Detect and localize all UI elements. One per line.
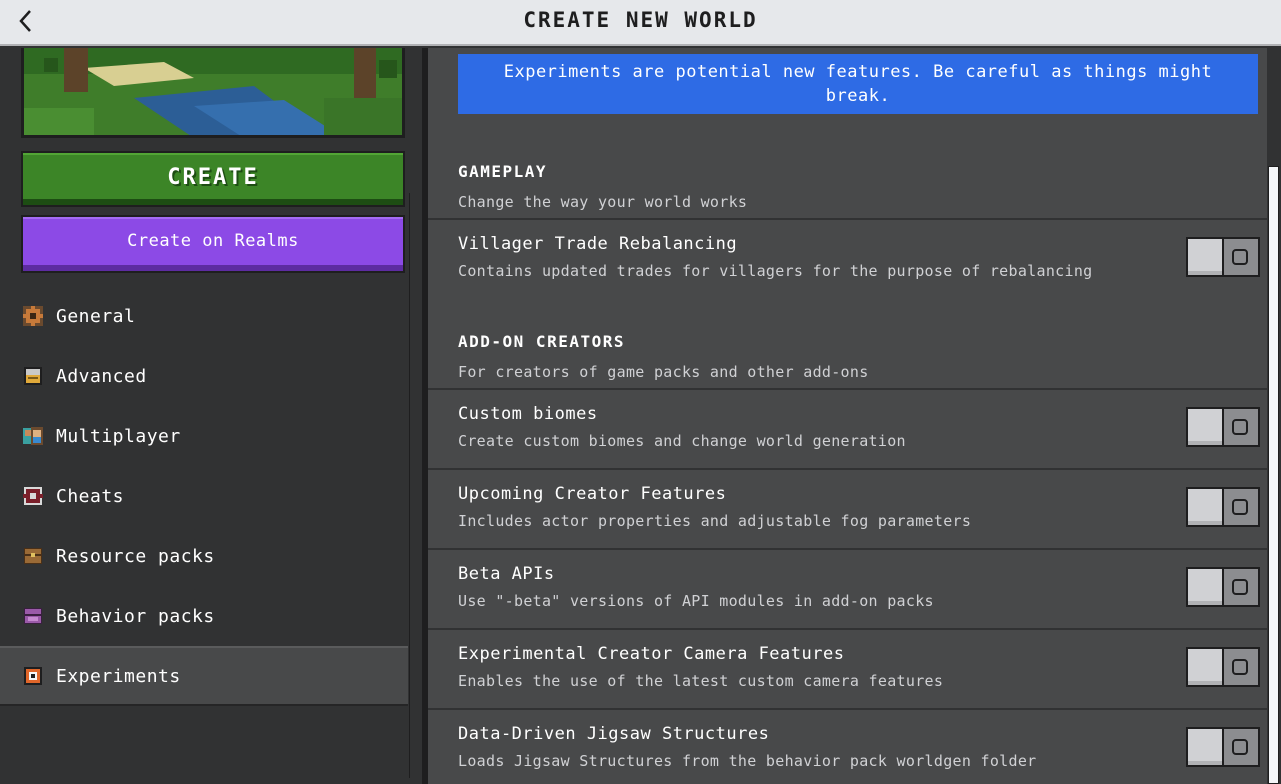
camera-features-toggle[interactable]: [1186, 647, 1260, 687]
nav-label: Experiments: [56, 665, 181, 687]
experiment-title: Beta APIs: [458, 564, 555, 584]
realms-button-label: Create on Realms: [127, 231, 299, 251]
experiment-row-upcoming-creator-features: Upcoming Creator Features Includes actor…: [428, 468, 1267, 546]
experiments-panel: Experiments are potential new features. …: [428, 48, 1267, 784]
world-preview-image: [21, 48, 405, 138]
experiment-row-beta-apis: Beta APIs Use "-beta" versions of API mo…: [428, 548, 1267, 626]
experiment-row-custom-biomes: Custom biomes Create custom biomes and c…: [428, 388, 1267, 466]
experiment-title: Villager Trade Rebalancing: [458, 234, 738, 254]
toggle-off-indicator-icon: [1232, 659, 1248, 675]
experiments-warning-banner: Experiments are potential new features. …: [458, 54, 1258, 114]
experiment-row-jigsaw-structures: Data-Driven Jigsaw Structures Loads Jigs…: [428, 708, 1267, 784]
nav-item-general[interactable]: General: [0, 286, 408, 346]
section-title: GAMEPLAY: [458, 162, 548, 181]
custom-biomes-toggle[interactable]: [1186, 407, 1260, 447]
experiment-row-villager-trade-rebalancing: Villager Trade Rebalancing Contains upda…: [428, 218, 1267, 296]
right-scrollbar-thumb[interactable]: [1268, 166, 1279, 784]
experiment-title: Data-Driven Jigsaw Structures: [458, 724, 770, 744]
nav-label: General: [56, 305, 136, 327]
behavior-packs-icon: [22, 605, 44, 627]
cheats-icon: [22, 485, 44, 507]
beta-apis-toggle[interactable]: [1186, 567, 1260, 607]
nav-item-behavior-packs[interactable]: Behavior packs: [0, 586, 408, 646]
toggle-knob: [1188, 569, 1224, 605]
advanced-icon: [22, 365, 44, 387]
top-bar: CREATE NEW WORLD: [0, 0, 1281, 46]
nav-label: Multiplayer: [56, 425, 181, 447]
experiment-description: Create custom biomes and change world ge…: [458, 432, 906, 450]
settings-nav: General Advanced Multiplayer Cheats Reso…: [0, 286, 408, 706]
toggle-knob: [1188, 239, 1224, 275]
section-subtitle: Change the way your world works: [458, 193, 748, 211]
experiment-title: Experimental Creator Camera Features: [458, 644, 845, 664]
toggle-knob: [1188, 489, 1224, 525]
toggle-off-indicator-icon: [1232, 739, 1248, 755]
nav-item-cheats[interactable]: Cheats: [0, 466, 408, 526]
experiment-description: Loads Jigsaw Structures from the behavio…: [458, 752, 1037, 770]
page-title: CREATE NEW WORLD: [523, 8, 758, 32]
nav-item-experiments[interactable]: Experiments: [0, 646, 408, 706]
warning-text: Experiments are potential new features. …: [503, 62, 1213, 106]
create-button[interactable]: CREATE: [21, 151, 405, 207]
toggle-off-indicator-icon: [1232, 419, 1248, 435]
experiment-title: Custom biomes: [458, 404, 598, 424]
toggle-off-indicator-icon: [1232, 249, 1248, 265]
experiments-icon: [22, 665, 44, 687]
experiment-description: Includes actor properties and adjustable…: [458, 512, 972, 530]
nav-label: Resource packs: [56, 545, 215, 567]
multiplayer-icon: [22, 425, 44, 447]
jigsaw-structures-toggle[interactable]: [1186, 727, 1260, 767]
experiment-description: Use "-beta" versions of API modules in a…: [458, 592, 934, 610]
nav-item-advanced[interactable]: Advanced: [0, 346, 408, 406]
left-panel: CREATE Create on Realms General Advanced…: [0, 48, 410, 784]
nav-item-multiplayer[interactable]: Multiplayer: [0, 406, 408, 466]
experiment-row-camera-features: Experimental Creator Camera Features Ena…: [428, 628, 1267, 706]
resource-packs-icon: [22, 545, 44, 567]
experiment-title: Upcoming Creator Features: [458, 484, 727, 504]
section-title: ADD-ON CREATORS: [458, 332, 625, 351]
section-subtitle: For creators of game packs and other add…: [458, 363, 869, 381]
villager-trade-rebalancing-toggle[interactable]: [1186, 237, 1260, 277]
left-scrollbar-thumb[interactable]: [409, 193, 410, 778]
nav-item-resource-packs[interactable]: Resource packs: [0, 526, 408, 586]
toggle-off-indicator-icon: [1232, 579, 1248, 595]
section-add-on-creators-header: ADD-ON CREATORS For creators of game pac…: [458, 332, 869, 381]
toggle-knob: [1188, 729, 1224, 765]
nav-label: Advanced: [56, 365, 147, 387]
upcoming-creator-features-toggle[interactable]: [1186, 487, 1260, 527]
create-on-realms-button[interactable]: Create on Realms: [21, 215, 405, 273]
create-button-label: CREATE: [167, 164, 259, 190]
toggle-knob: [1188, 409, 1224, 445]
toggle-knob: [1188, 649, 1224, 685]
toggle-off-indicator-icon: [1232, 499, 1248, 515]
nav-label: Behavior packs: [56, 605, 215, 627]
nav-label: Cheats: [56, 485, 125, 507]
experiment-description: Contains updated trades for villagers fo…: [458, 262, 1093, 280]
section-gameplay-header: GAMEPLAY Change the way your world works: [458, 162, 747, 211]
general-icon: [22, 305, 44, 327]
experiment-description: Enables the use of the latest custom cam…: [458, 672, 944, 690]
